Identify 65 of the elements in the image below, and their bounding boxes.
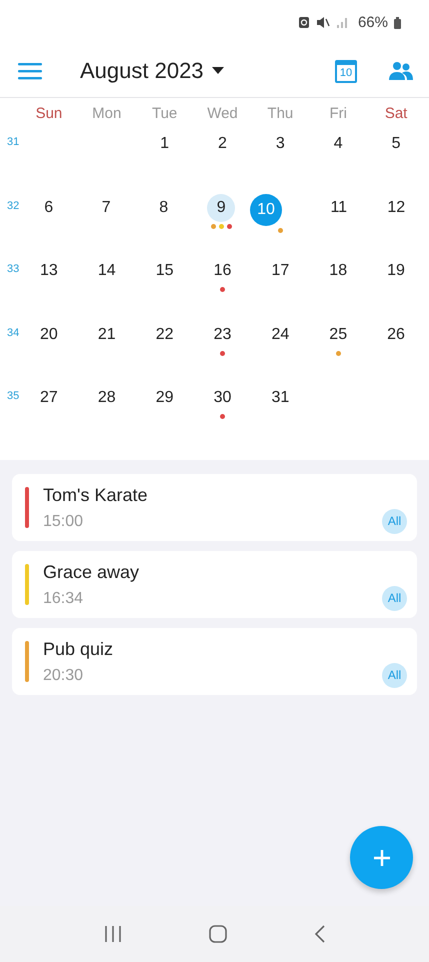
day-cell[interactable]: 7 (92, 194, 120, 222)
home-icon[interactable] (208, 924, 228, 944)
day-cell[interactable]: 30 (208, 384, 236, 412)
day-cell[interactable]: 29 (150, 384, 179, 412)
day-cell[interactable]: 26 (382, 320, 410, 348)
day-cell[interactable]: 5 (382, 130, 410, 158)
week-number: 31 (7, 136, 20, 148)
weekday-label: Thu (266, 104, 294, 122)
plus-icon (372, 848, 390, 866)
signal-icon (336, 16, 350, 29)
weekday-label: Mon (91, 104, 122, 122)
event-time: 16:34 (43, 590, 84, 608)
day-cell[interactable]: 15 (150, 257, 179, 285)
caret-icon (212, 67, 224, 75)
day-cell[interactable]: 8 (150, 194, 178, 222)
day-cell[interactable]: 2 (208, 130, 236, 158)
event-title: Grace away (43, 562, 140, 582)
day-cell[interactable]: 13 (34, 257, 63, 285)
battery-icon (394, 16, 401, 28)
day-cell[interactable]: 9 (207, 194, 236, 222)
day-cell[interactable]: 25 (324, 320, 352, 348)
day-cell[interactable]: 23 (208, 320, 236, 348)
event-title: Pub quiz (43, 638, 114, 660)
audience-badge: All (382, 662, 407, 688)
event-title: Tom's Karate (43, 484, 148, 506)
people-button[interactable] (387, 59, 415, 83)
weekday-label: Tue (150, 104, 178, 122)
weekday-label: Fri (328, 104, 348, 122)
day-cell[interactable]: 16 (208, 257, 236, 285)
recent-apps-icon[interactable] (102, 925, 122, 943)
event-time: 20:30 (43, 666, 84, 684)
weekday-label: Wed (206, 104, 239, 122)
day-cell[interactable]: 20 (34, 320, 63, 348)
week-number: 35 (7, 390, 20, 402)
mute-icon (316, 16, 330, 29)
day-cell[interactable]: 27 (34, 384, 63, 412)
audience-badge: All (382, 586, 407, 610)
day-cell[interactable]: 19 (382, 257, 410, 285)
week-number: 34 (7, 326, 20, 338)
audience-badge: All (382, 508, 407, 534)
back-icon[interactable] (312, 924, 326, 944)
day-cell[interactable]: 3 (266, 130, 294, 158)
day-cell[interactable]: 11 (324, 194, 353, 222)
event-time: 15:00 (43, 512, 84, 530)
battery-percent: 66% (358, 14, 388, 31)
weekday-label: Sun (34, 104, 64, 122)
week-number: 32 (7, 200, 20, 212)
day-cell[interactable]: 31 (266, 384, 294, 412)
event-card[interactable]: Pub quiz 20:30 All (12, 628, 417, 694)
day-cell[interactable]: 21 (92, 320, 121, 348)
month-dropdown[interactable]: August 2023 (80, 58, 224, 84)
day-cell[interactable]: 6 (34, 194, 63, 222)
event-card[interactable]: Tom's Karate 15:00 All (12, 474, 417, 540)
day-cell[interactable]: 1 (150, 130, 179, 158)
day-cell[interactable]: 4 (324, 130, 352, 158)
event-card[interactable]: Grace away 16:34 All (12, 550, 417, 618)
day-cell[interactable]: 12 (382, 194, 410, 222)
weekday-label: Sat (384, 104, 408, 122)
day-cell[interactable]: 17 (266, 257, 294, 285)
day-cell[interactable]: 18 (324, 257, 352, 285)
day-cell[interactable]: 14 (92, 257, 121, 285)
day-cell[interactable]: 28 (92, 384, 121, 412)
day-cell[interactable]: 22 (150, 320, 179, 348)
day-cell[interactable]: 24 (266, 320, 294, 348)
week-number: 33 (7, 263, 20, 275)
